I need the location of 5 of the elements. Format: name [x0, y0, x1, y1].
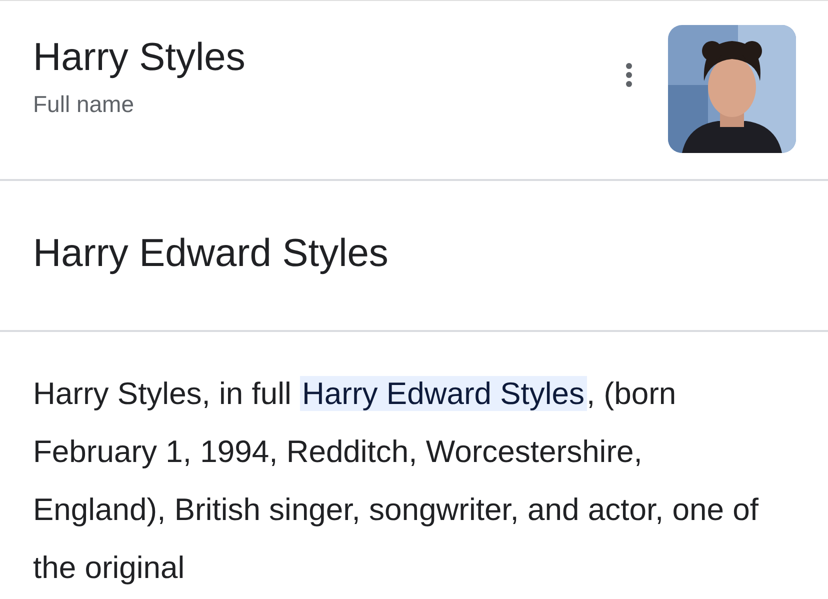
- description-paragraph: Harry Styles, in full Harry Edward Styles, (born February 1, 1994, Redditch, Worcestershire, England), British singer, songwriter, and actor, one of the original: [32, 375, 760, 587]
- full-name-answer: Harry Edward Styles: [0, 181, 828, 332]
- entity-title: Harry Styles: [33, 35, 246, 81]
- entity-subtitle: Full name: [33, 91, 135, 118]
- more-options-icon[interactable]: [625, 62, 633, 88]
